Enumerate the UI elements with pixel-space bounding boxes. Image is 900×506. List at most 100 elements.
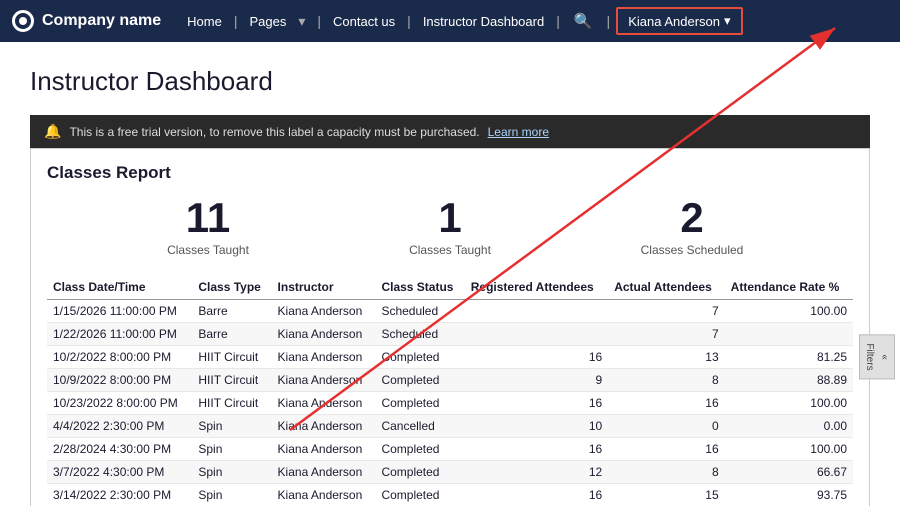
table-cell: HIIT Circuit [192, 346, 271, 369]
table-cell: 1/22/2026 11:00:00 PM [47, 323, 192, 346]
table-cell: Barre [192, 323, 271, 346]
col-instructor: Instructor [272, 275, 376, 300]
table-cell: Scheduled [375, 300, 464, 323]
stats-row: 11 Classes Taught 1 Classes Taught 2 Cla… [47, 197, 853, 257]
nav-sep-2: | [317, 13, 321, 29]
table-cell: HIIT Circuit [192, 392, 271, 415]
table-row: 4/4/2022 2:30:00 PMSpinKiana AndersonCan… [47, 415, 853, 438]
col-type: Class Type [192, 275, 271, 300]
table-cell: Completed [375, 438, 464, 461]
table-cell: 16 [608, 392, 724, 415]
nav-sep-4: | [556, 13, 560, 29]
table-cell: Kiana Anderson [272, 438, 376, 461]
classes-table: Class Date/Time Class Type Instructor Cl… [47, 275, 853, 506]
table-cell: 100.00 [725, 438, 853, 461]
stat-number-2: 2 [571, 197, 813, 239]
table-cell: 16 [608, 438, 724, 461]
table-body: 1/15/2026 11:00:00 PMBarreKiana Anderson… [47, 300, 853, 506]
nav-contact[interactable]: Contact us [327, 14, 401, 29]
table-cell: 7 [608, 323, 724, 346]
navbar: Company name Home | Pages ▾ | Contact us… [0, 0, 900, 42]
page-title: Instructor Dashboard [30, 66, 870, 97]
table-cell: Completed [375, 369, 464, 392]
table-cell: 16 [465, 346, 608, 369]
table-cell: 8 [608, 369, 724, 392]
table-cell: 9 [465, 369, 608, 392]
user-menu-button[interactable]: Kiana Anderson ▾ [616, 7, 742, 35]
report-title: Classes Report [47, 163, 853, 183]
stat-label-2: Classes Scheduled [571, 243, 813, 257]
table-row: 2/28/2024 4:30:00 PMSpinKiana AndersonCo… [47, 438, 853, 461]
table-cell: Barre [192, 300, 271, 323]
table-cell: 7 [608, 300, 724, 323]
filters-label: Filters [864, 343, 875, 370]
table-cell: 100.00 [725, 392, 853, 415]
table-cell: 3/7/2022 4:30:00 PM [47, 461, 192, 484]
table-cell: 10 [465, 415, 608, 438]
nav-links: Home | Pages ▾ | Contact us | Instructor… [181, 7, 888, 35]
table-cell: Completed [375, 392, 464, 415]
table-cell: 1/15/2026 11:00:00 PM [47, 300, 192, 323]
report-section: Classes Report 11 Classes Taught 1 Class… [30, 148, 870, 506]
search-icon[interactable]: 🔍 [566, 12, 601, 30]
table-cell: 66.67 [725, 461, 853, 484]
table-cell: 13 [608, 346, 724, 369]
table-cell: Spin [192, 415, 271, 438]
table-cell: Cancelled [375, 415, 464, 438]
table-cell: 93.75 [725, 484, 853, 506]
table-cell: Completed [375, 461, 464, 484]
col-rate: Attendance Rate % [725, 275, 853, 300]
stat-label-0: Classes Taught [87, 243, 329, 257]
table-cell: Spin [192, 438, 271, 461]
table-header-row: Class Date/Time Class Type Instructor Cl… [47, 275, 853, 300]
table-cell: 16 [465, 438, 608, 461]
table-cell: HIIT Circuit [192, 369, 271, 392]
table-cell: 10/2/2022 8:00:00 PM [47, 346, 192, 369]
table-cell: 10/9/2022 8:00:00 PM [47, 369, 192, 392]
nav-dashboard[interactable]: Instructor Dashboard [417, 14, 550, 29]
table-cell: Spin [192, 461, 271, 484]
table-cell: 2/28/2024 4:30:00 PM [47, 438, 192, 461]
brand-logo[interactable]: Company name [12, 10, 161, 32]
col-status: Class Status [375, 275, 464, 300]
table-cell: 81.25 [725, 346, 853, 369]
table-cell: Kiana Anderson [272, 369, 376, 392]
trial-banner: 🔔 This is a free trial version, to remov… [30, 115, 870, 148]
table-cell: 3/14/2022 2:30:00 PM [47, 484, 192, 506]
bell-icon: 🔔 [44, 123, 61, 140]
table-cell: Completed [375, 484, 464, 506]
learn-more-link[interactable]: Learn more [488, 125, 549, 139]
nav-sep-5: | [607, 13, 611, 29]
brand-icon [12, 10, 34, 32]
table-cell: Kiana Anderson [272, 461, 376, 484]
table-cell: 100.00 [725, 300, 853, 323]
table-cell: 0 [608, 415, 724, 438]
table-cell: 8 [608, 461, 724, 484]
table-cell: 16 [465, 484, 608, 506]
brand-name: Company name [42, 12, 161, 30]
table-row: 1/22/2026 11:00:00 PMBarreKiana Anderson… [47, 323, 853, 346]
table-cell: Kiana Anderson [272, 415, 376, 438]
filters-sidebar[interactable]: « Filters [859, 334, 895, 379]
table-cell: 12 [465, 461, 608, 484]
nav-pages[interactable]: Pages [243, 14, 292, 29]
table-cell: Kiana Anderson [272, 392, 376, 415]
chevron-down-icon: ▾ [724, 13, 731, 29]
table-row: 10/2/2022 8:00:00 PMHIIT CircuitKiana An… [47, 346, 853, 369]
table-cell: 10/23/2022 8:00:00 PM [47, 392, 192, 415]
table-container: Class Date/Time Class Type Instructor Cl… [47, 275, 853, 506]
nav-home[interactable]: Home [181, 14, 228, 29]
table-row: 3/7/2022 4:30:00 PMSpinKiana AndersonCom… [47, 461, 853, 484]
table-row: 1/15/2026 11:00:00 PMBarreKiana Anderson… [47, 300, 853, 323]
table-cell: 0.00 [725, 415, 853, 438]
stat-number-1: 1 [329, 197, 571, 239]
stat-number-0: 11 [87, 197, 329, 239]
table-cell [725, 323, 853, 346]
pages-chevron: ▾ [298, 13, 305, 30]
table-cell: 88.89 [725, 369, 853, 392]
table-row: 10/9/2022 8:00:00 PMHIIT CircuitKiana An… [47, 369, 853, 392]
table-cell [465, 300, 608, 323]
table-cell: 16 [465, 392, 608, 415]
user-name: Kiana Anderson [628, 14, 720, 29]
stat-block-2: 2 Classes Scheduled [571, 197, 813, 257]
